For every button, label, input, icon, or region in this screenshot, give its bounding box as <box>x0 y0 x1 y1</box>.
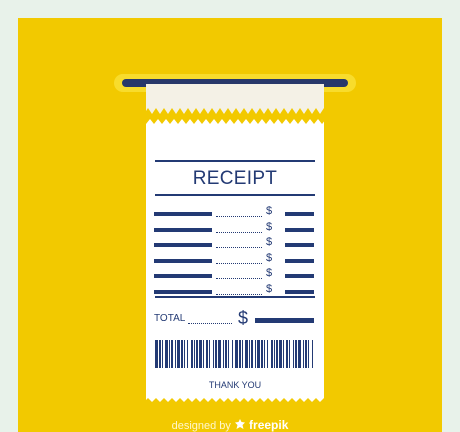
barcode <box>155 340 313 368</box>
item-currency: $ <box>266 251 273 264</box>
barcode-bar <box>199 340 202 368</box>
barcode-bar <box>184 340 185 368</box>
barcode-bar <box>223 340 224 368</box>
receipt-top-rule <box>155 160 315 162</box>
barcode-bar <box>242 340 243 368</box>
illustration-panel: RECEIPT $ $ $ $ $ $ TOTAL $ THANK YOU designe… <box>18 18 442 432</box>
barcode-bar <box>203 340 204 368</box>
item-amount-bar <box>285 212 314 216</box>
barcode-bar <box>181 340 183 368</box>
freepik-logo-icon <box>234 419 246 432</box>
barcode-bar <box>235 340 238 368</box>
barcode-bar <box>261 340 263 368</box>
barcode-bar <box>206 340 208 368</box>
item-amount-bar <box>285 274 314 278</box>
receipt-total-rule <box>155 296 315 298</box>
barcode-bar <box>187 340 188 368</box>
barcode-bar <box>225 340 227 368</box>
barcode-bar <box>264 340 265 368</box>
barcode-bar <box>255 340 256 368</box>
item-amount-bar <box>285 258 314 263</box>
receipt-line-item: $ <box>154 236 316 251</box>
barcode-bar <box>228 340 229 368</box>
barcode-bar <box>213 340 214 368</box>
item-dots <box>216 262 262 264</box>
barcode-bar <box>165 340 168 368</box>
item-name-bar <box>154 274 212 278</box>
item-currency: $ <box>266 205 273 217</box>
item-dots <box>216 278 262 279</box>
credit-brand: freepik <box>249 418 289 432</box>
barcode-bar <box>279 340 282 368</box>
item-name-bar <box>154 289 212 294</box>
barcode-bar <box>305 340 307 368</box>
barcode-bar <box>308 340 309 368</box>
item-currency: $ <box>266 220 273 233</box>
barcode-bar <box>245 340 248 368</box>
barcode-bar <box>271 340 273 368</box>
barcode-bar <box>276 340 278 368</box>
barcode-bar <box>312 340 313 368</box>
receipt-line-item: $ <box>154 251 316 267</box>
item-currency: $ <box>266 267 273 279</box>
total-currency: $ <box>238 308 249 328</box>
barcode-bar <box>283 340 284 368</box>
barcode-bar <box>215 340 217 368</box>
barcode-bar <box>191 340 193 368</box>
item-amount-bar <box>285 289 314 294</box>
barcode-bar <box>169 340 170 368</box>
item-currency: $ <box>266 236 273 248</box>
credit-line: designed by freepik <box>18 418 442 432</box>
barcode-bar <box>298 340 301 368</box>
barcode-bar <box>177 340 180 368</box>
item-amount-bar <box>285 243 314 247</box>
item-name-bar <box>154 212 212 216</box>
item-dots <box>216 247 262 248</box>
receipt-line-item: $ <box>154 205 316 220</box>
barcode-bar <box>209 340 210 368</box>
barcode-bar <box>162 340 163 368</box>
credit-prefix: designed by <box>171 420 231 432</box>
receipt-line-item: $ <box>154 267 316 282</box>
barcode-bar <box>218 340 221 368</box>
barcode-bar <box>251 340 253 368</box>
item-currency: $ <box>266 282 273 295</box>
thank-you-text: THANK YOU <box>208 380 262 390</box>
barcode-bar <box>303 340 304 368</box>
barcode-bar <box>194 340 195 368</box>
barcode-bar <box>171 340 173 368</box>
barcode-bar <box>257 340 260 368</box>
barcode-bar <box>289 340 290 368</box>
barcode-bar <box>295 340 297 368</box>
total-amount-bar <box>255 318 314 323</box>
item-name-bar <box>154 227 212 232</box>
barcode-bar <box>175 340 176 368</box>
barcode-bar <box>249 340 250 368</box>
receipt-total-row: TOTAL $ <box>154 308 316 330</box>
barcode-bar <box>232 340 233 368</box>
receipt-title: RECEIPT <box>192 168 278 189</box>
barcode-bar <box>293 340 294 368</box>
item-amount-bar <box>285 227 314 232</box>
receipt-line-item: $ <box>154 220 316 236</box>
item-dots <box>216 293 262 295</box>
barcode-bar <box>159 340 161 368</box>
receipt-paper: RECEIPT $ $ $ $ $ $ TOTAL $ THANK YOU <box>146 84 324 402</box>
barcode-bar <box>274 340 275 368</box>
barcode-bar <box>286 340 288 368</box>
barcode-bar <box>196 340 198 368</box>
item-dots <box>216 231 262 233</box>
item-name-bar <box>154 258 212 263</box>
receipt-title-rule <box>155 194 315 196</box>
item-name-bar <box>154 243 212 247</box>
item-dots <box>216 216 262 217</box>
barcode-bar <box>239 340 241 368</box>
total-dots <box>188 323 232 324</box>
barcode-bar <box>267 340 268 368</box>
total-label: TOTAL <box>154 313 186 324</box>
barcode-bar <box>155 340 158 368</box>
